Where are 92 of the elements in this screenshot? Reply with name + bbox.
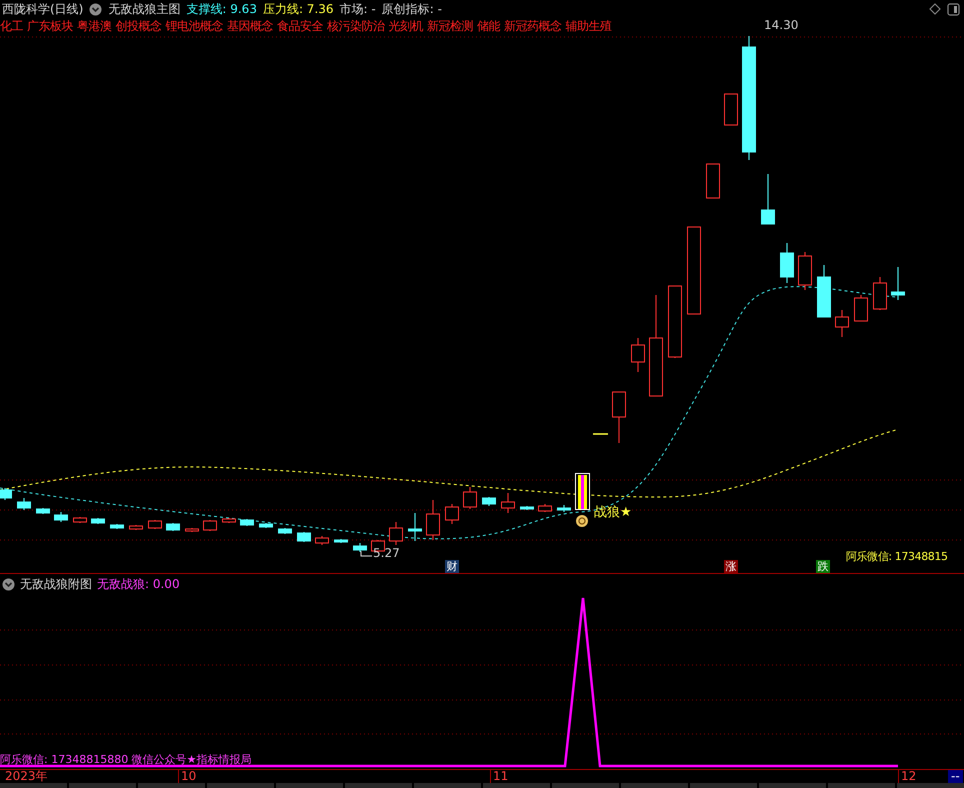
candlestick	[73, 516, 87, 524]
candlestick	[817, 264, 831, 318]
high-price-label: 14.30	[764, 18, 798, 32]
concept-tag: 光刻机	[388, 18, 423, 36]
candlestick	[91, 518, 105, 524]
indicator-name: 无敌战狼主图	[108, 0, 180, 18]
concept-tag: 核污染防治	[327, 18, 384, 36]
concept-tag: 新冠药概念	[504, 18, 562, 36]
concept-tag: 粤港澳	[77, 18, 112, 36]
concept-tag: 基因概念	[227, 18, 273, 36]
candlestick	[538, 504, 552, 512]
indicator-reading: 支撑线: 9.63	[186, 0, 257, 18]
candlestick	[520, 506, 534, 510]
candlestick	[0, 488, 12, 500]
bottom-tab[interactable]	[828, 783, 895, 788]
candlestick	[222, 518, 236, 524]
bottom-tab[interactable]	[483, 783, 550, 788]
bottom-tab[interactable]	[276, 783, 343, 788]
indicator-reading: 压力线: 7.36	[262, 0, 334, 18]
signal-label: 战狼★	[594, 504, 632, 521]
contact-text: 阿乐微信: 17348815	[846, 549, 948, 564]
concept-tag: 创投概念	[116, 18, 162, 36]
panel-toggle-icon[interactable]	[947, 2, 960, 16]
candlestick	[798, 252, 812, 290]
candlestick	[129, 524, 143, 530]
event-badge[interactable]: 涨	[724, 560, 738, 573]
candlestick	[148, 520, 162, 530]
candlestick	[17, 498, 31, 510]
candlestick	[612, 392, 626, 444]
concept-tag: 新冠检测	[427, 18, 473, 36]
bottom-tab[interactable]	[138, 783, 205, 788]
time-axis-label: 2023年	[5, 770, 48, 783]
time-axis-label: --	[948, 770, 963, 783]
signal-bar	[575, 473, 590, 510]
chevron-circle-icon[interactable]	[89, 2, 102, 16]
concept-tag: 食品安全	[277, 18, 323, 36]
concept-tag: 锂电池概念	[166, 18, 223, 36]
candlestick	[706, 164, 720, 198]
candlestick	[166, 522, 180, 532]
bottom-tab[interactable]	[621, 783, 688, 788]
candlestick	[259, 522, 273, 528]
candlestick	[408, 512, 422, 542]
candlestick	[389, 522, 403, 546]
candlestick	[110, 524, 124, 530]
candlestick	[631, 338, 645, 372]
candlestick	[203, 520, 217, 532]
event-badge[interactable]: 跌	[816, 560, 830, 573]
concept-tag: 辅助生殖	[566, 18, 612, 36]
bottom-tab[interactable]	[759, 783, 826, 788]
bottom-tab[interactable]	[552, 783, 619, 788]
candlestick	[445, 504, 459, 524]
candlestick	[297, 532, 311, 542]
sub-chart-title: 无敌战狼附图	[20, 576, 92, 593]
candlestick	[501, 492, 515, 514]
bottom-tab[interactable]	[0, 783, 67, 788]
candlestick	[278, 528, 292, 534]
candlestick	[891, 266, 905, 300]
candlestick	[353, 542, 367, 552]
candlestick	[482, 496, 496, 506]
diamond-icon[interactable]	[929, 3, 941, 15]
candlestick	[54, 512, 68, 522]
concept-tag: 广东板块	[27, 18, 73, 36]
candlestick	[36, 508, 50, 514]
candlestick	[873, 276, 887, 310]
candlestick	[835, 310, 849, 338]
candlestick	[780, 242, 794, 284]
concept-tag: 化工	[0, 18, 23, 36]
indicator-reading: 原创指标: -	[382, 0, 442, 18]
chevron-circle-icon[interactable]	[2, 578, 15, 591]
security-name: 西陇科学(日线)	[2, 0, 84, 18]
candlestick	[854, 294, 868, 322]
candlestick	[334, 538, 348, 544]
candlestick	[761, 174, 775, 224]
bottom-tab[interactable]	[897, 783, 964, 788]
candlestick	[185, 528, 199, 532]
candlestick	[240, 518, 254, 526]
low-price-label: 5.27	[373, 546, 400, 560]
price-pointer-icon	[360, 550, 372, 556]
candlestick	[463, 486, 477, 510]
bottom-tab[interactable]	[345, 783, 412, 788]
indicator-reading: 无敌战狼: 0.00	[97, 576, 180, 593]
bottom-tab[interactable]	[690, 783, 757, 788]
indicator-reading: 市场: -	[340, 0, 376, 18]
contact-text: 阿乐微信: 17348815880 微信公众号★指标情报局	[0, 752, 252, 767]
candlestick	[315, 536, 329, 546]
candlestick	[426, 500, 440, 540]
bottom-tab[interactable]	[69, 783, 136, 788]
concept-tag: 储能	[477, 18, 500, 36]
candlestick	[724, 94, 738, 126]
bottom-tab[interactable]	[414, 783, 481, 788]
bottom-tab[interactable]	[207, 783, 274, 788]
event-badge[interactable]: 财	[445, 560, 459, 573]
